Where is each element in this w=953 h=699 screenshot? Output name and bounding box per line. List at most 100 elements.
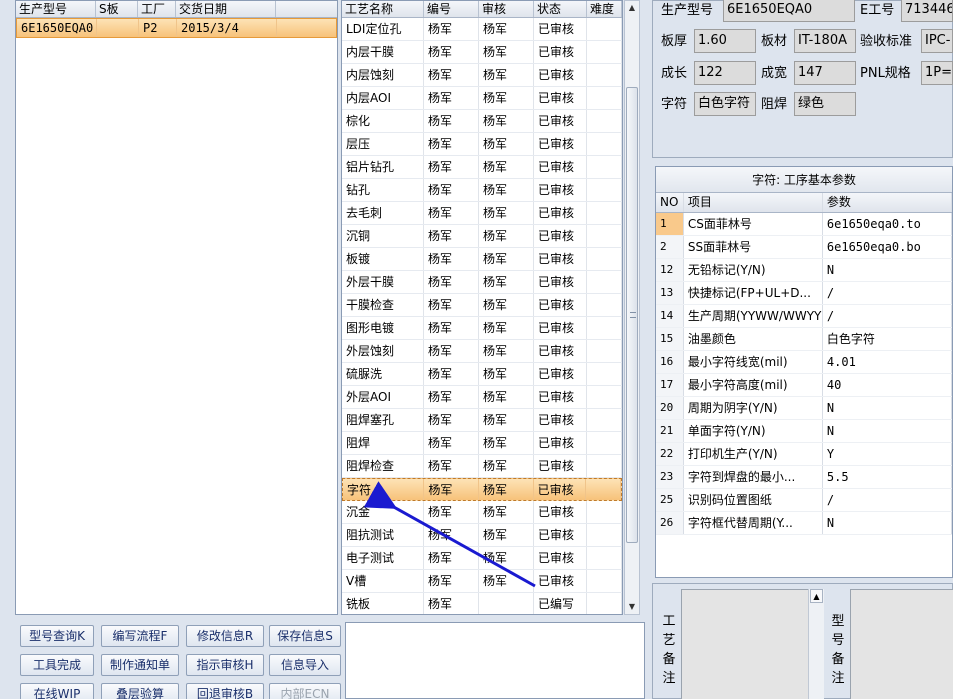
process-row[interactable]: 外层干膜 杨军 杨军 已审核: [342, 271, 622, 294]
material-field[interactable]: IT-180A: [794, 29, 856, 53]
orders-row-selected[interactable]: 6E1650EQA0 P2 2015/3/4: [16, 18, 337, 38]
cell-difficulty: [587, 64, 622, 86]
col-code[interactable]: 编号: [424, 1, 479, 17]
process-row[interactable]: 阻抗测试 杨军 杨军 已审核: [342, 524, 622, 547]
cell-status: 已审核: [534, 110, 587, 132]
col-item[interactable]: 项目: [684, 193, 823, 212]
cell-no: 15: [656, 328, 684, 350]
process-row[interactable]: 沉金 杨军 杨军 已审核: [342, 501, 622, 524]
process-row[interactable]: 铝片钻孔 杨军 杨军 已审核: [342, 156, 622, 179]
process-row[interactable]: 层压 杨军 杨军 已审核: [342, 133, 622, 156]
param-row[interactable]: 13 快捷标记(FP+UL+D... /: [656, 282, 952, 305]
modify-info-button[interactable]: 修改信息R: [186, 625, 264, 647]
process-row[interactable]: 铣板 杨军 已编写: [342, 593, 622, 614]
param-row[interactable]: 22 打印机生产(Y/N) Y: [656, 443, 952, 466]
col-model[interactable]: 生产型号: [16, 1, 96, 17]
process-row[interactable]: 沉铜 杨军 杨军 已审核: [342, 225, 622, 248]
col-status[interactable]: 状态: [534, 1, 587, 17]
memo-box[interactable]: [345, 622, 645, 699]
make-notice-button[interactable]: 制作通知单: [101, 654, 179, 676]
param-row[interactable]: 2 SS面菲林号 6e1650eqa0.bo: [656, 236, 952, 259]
pnl-field[interactable]: 1P=: [921, 61, 953, 85]
param-row[interactable]: 26 字符框代替周期(Y... N: [656, 512, 952, 535]
param-row[interactable]: 21 单面字符(Y/N) N: [656, 420, 952, 443]
process-row[interactable]: LDI定位孔 杨军 杨军 已审核: [342, 18, 622, 41]
col-process-name[interactable]: 工艺名称: [342, 1, 424, 17]
cell-status: 已审核: [534, 294, 587, 316]
cell-difficulty: [587, 409, 622, 431]
process-row[interactable]: 外层AOI 杨军 杨军 已审核: [342, 386, 622, 409]
cell-status: 已审核: [534, 570, 587, 592]
process-row[interactable]: 干膜检查 杨军 杨军 已审核: [342, 294, 622, 317]
param-row[interactable]: 12 无铅标记(Y/N) N: [656, 259, 952, 282]
process-row[interactable]: 棕化 杨军 杨军 已审核: [342, 110, 622, 133]
process-scrollbar[interactable]: ▲ ▼: [624, 0, 640, 615]
stack-check-button[interactable]: 叠层验算: [101, 683, 179, 699]
process-row[interactable]: 电子测试 杨军 杨军 已审核: [342, 547, 622, 570]
param-row[interactable]: 1 CS面菲林号 6e1650eqa0.to: [656, 213, 952, 236]
online-wip-button[interactable]: 在线WIP: [20, 683, 94, 699]
param-row[interactable]: 20 周期为阴字(Y/N) N: [656, 397, 952, 420]
process-row[interactable]: V槽 杨军 杨军 已审核: [342, 570, 622, 593]
save-info-button[interactable]: 保存信息S: [269, 625, 341, 647]
col-delivery-date[interactable]: 交货日期: [176, 1, 276, 17]
col-s-board[interactable]: S板: [96, 1, 138, 17]
process-row[interactable]: 内层干膜 杨军 杨军 已审核: [342, 41, 622, 64]
internal-ecn-button[interactable]: 内部ECN: [269, 683, 341, 699]
param-row[interactable]: 16 最小字符线宽(mil) 4.01: [656, 351, 952, 374]
params-grid[interactable]: 字符: 工序基本参数 NO 项目 参数 1 CS面菲林号 6e1650eqa0.to…: [655, 166, 953, 578]
process-row[interactable]: 图形电镀 杨军 杨军 已审核: [342, 317, 622, 340]
process-row[interactable]: 外层蚀刻 杨军 杨军 已审核: [342, 340, 622, 363]
tool-done-button[interactable]: 工具完成: [20, 654, 94, 676]
process-row[interactable]: 阻焊塞孔 杨军 杨军 已审核: [342, 409, 622, 432]
cell-difficulty: [587, 317, 622, 339]
return-audit-button[interactable]: 回退审核B: [186, 683, 264, 699]
width-field[interactable]: 147: [794, 61, 856, 85]
scroll-thumb[interactable]: [626, 87, 638, 543]
col-no[interactable]: NO: [656, 193, 684, 212]
process-row[interactable]: 字符 杨军 杨军 已审核: [342, 478, 622, 501]
scroll-down-icon[interactable]: ▼: [625, 600, 639, 614]
process-row[interactable]: 板镀 杨军 杨军 已审核: [342, 248, 622, 271]
standard-field[interactable]: IPC-: [921, 29, 953, 53]
process-grid[interactable]: 工艺名称 编号 审核 状态 难度 LDI定位孔 杨军 杨军 已审核 内层干膜 杨军 杨军 已审…: [341, 0, 623, 615]
process-row[interactable]: 钻孔 杨军 杨军 已审核: [342, 179, 622, 202]
remark-scrollbar[interactable]: ▲: [808, 589, 824, 699]
scroll-up-icon[interactable]: ▲: [810, 589, 823, 603]
model-remark-box[interactable]: [850, 589, 953, 699]
model-field[interactable]: 6E1650EQA0: [723, 0, 855, 22]
param-row[interactable]: 15 油墨颜色 白色字符: [656, 328, 952, 351]
assign-audit-button[interactable]: 指示审核H: [186, 654, 264, 676]
eno-field[interactable]: 713446: [901, 0, 953, 22]
col-value[interactable]: 参数: [823, 193, 952, 212]
col-difficulty[interactable]: 难度: [587, 1, 622, 17]
char-field[interactable]: 白色字符: [694, 92, 756, 116]
col-audit[interactable]: 审核: [479, 1, 534, 17]
cell-process-name: 内层AOI: [342, 87, 424, 109]
length-field[interactable]: 122: [694, 61, 756, 85]
process-row[interactable]: 阻焊检查 杨军 杨军 已审核: [342, 455, 622, 478]
col-factory[interactable]: 工厂: [138, 1, 176, 17]
process-row[interactable]: 去毛刺 杨军 杨军 已审核: [342, 202, 622, 225]
scroll-up-icon[interactable]: ▲: [625, 1, 639, 15]
process-row[interactable]: 硫脲洗 杨军 杨军 已审核: [342, 363, 622, 386]
process-row[interactable]: 内层蚀刻 杨军 杨军 已审核: [342, 64, 622, 87]
orders-grid[interactable]: 生产型号 S板 工厂 交货日期 6E1650EQA0 P2 2015/3/4: [15, 0, 338, 615]
cell-value: 40: [823, 374, 952, 396]
cell-process-name: 钻孔: [342, 179, 424, 201]
param-row[interactable]: 17 最小字符高度(mil) 40: [656, 374, 952, 397]
process-row[interactable]: 阻焊 杨军 杨军 已审核: [342, 432, 622, 455]
edit-flow-button[interactable]: 编写流程F: [101, 625, 179, 647]
cell-difficulty: [587, 18, 622, 40]
model-query-button[interactable]: 型号查询K: [20, 625, 94, 647]
process-remark-box[interactable]: [681, 589, 809, 699]
process-row[interactable]: 内层AOI 杨军 杨军 已审核: [342, 87, 622, 110]
cell-item: SS面菲林号: [684, 236, 823, 258]
thickness-field[interactable]: 1.60: [694, 29, 756, 53]
mask-field[interactable]: 绿色: [794, 92, 856, 116]
param-row[interactable]: 23 字符到焊盘的最小... 5.5: [656, 466, 952, 489]
param-row[interactable]: 14 生产周期(YYWW/WWYY) /: [656, 305, 952, 328]
cell-audit: 杨军: [479, 547, 534, 569]
import-info-button[interactable]: 信息导入: [269, 654, 341, 676]
param-row[interactable]: 25 识别码位置图纸 /: [656, 489, 952, 512]
